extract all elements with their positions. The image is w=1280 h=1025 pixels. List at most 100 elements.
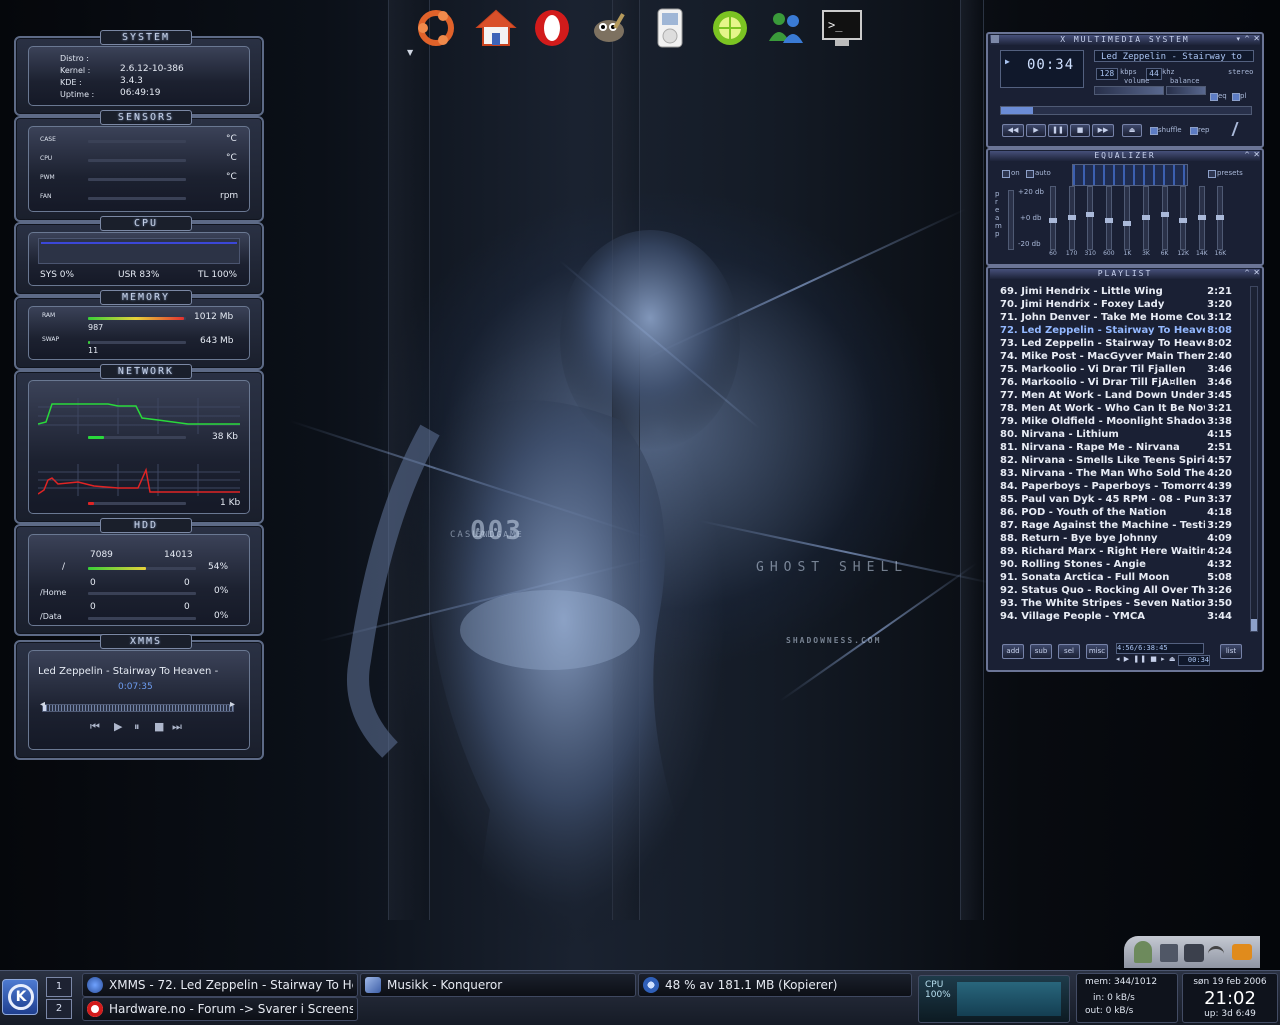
playlist-row[interactable]: 81. Nirvana - Rape Me - Nirvana 2:51	[1000, 442, 1232, 455]
eq-preamp-slider[interactable]	[1008, 190, 1014, 250]
playlist-row[interactable]: 93. The White Stripes - Seven Nation Arm…	[1000, 598, 1232, 611]
playlist-titlebar[interactable]: PLAYLIST	[990, 269, 1260, 279]
eq-band-slider[interactable]	[1049, 186, 1057, 250]
pause-icon[interactable]: ⏸	[134, 720, 140, 734]
kde-menu-button[interactable]: K	[2, 979, 38, 1015]
play-button[interactable]: ▶	[1026, 124, 1046, 137]
eq-band-slider[interactable]	[1142, 186, 1150, 250]
opera-icon[interactable]	[530, 6, 574, 50]
task-xmms[interactable]: XMMS - 72. Led Zeppelin - Stairway To He…	[82, 973, 358, 997]
drive-icon[interactable]	[1160, 944, 1178, 962]
playlist-mini-controls[interactable]: ◂ ▶ ❚❚ ■ ▸ ⏏	[1116, 655, 1177, 663]
repeat-checkbox[interactable]	[1190, 127, 1198, 135]
close-icon[interactable]: ✕	[1253, 34, 1260, 43]
playlist-row[interactable]: 84. Paperboys - Paperboys - Tomorrow 4:39	[1000, 481, 1232, 494]
playlist-row[interactable]: 80. Nirvana - Lithium 4:15	[1000, 429, 1232, 442]
wallet-icon[interactable]	[1232, 944, 1252, 960]
previous-button[interactable]: ◀◀	[1002, 124, 1024, 137]
pl-close-icon[interactable]: ✕	[1253, 268, 1260, 277]
playlist-row[interactable]: 71. John Denver - Take Me Home Country R…	[1000, 312, 1232, 325]
eq-band-knob[interactable]	[1197, 215, 1206, 220]
eq-band-slider[interactable]	[1197, 186, 1206, 250]
task-konqueror[interactable]: Musikk - Konqueror	[360, 973, 636, 997]
playlist-row[interactable]: 91. Sonata Arctica - Full Moon 5:08	[1000, 572, 1232, 585]
task-copy[interactable]: 48 % av 181.1 MB (Kopierer)	[638, 973, 912, 997]
eq-band-knob[interactable]	[1179, 217, 1188, 223]
task-opera[interactable]: Hardware.no - Forum -> Svarer i Screensh…	[82, 997, 358, 1021]
clock[interactable]: søn 19 feb 2006 21:02 up: 3d 6:49	[1182, 973, 1278, 1023]
pl-toggle-checkbox[interactable]	[1232, 93, 1240, 101]
minimize-icon[interactable]: ▾	[1236, 35, 1240, 43]
playlist-row[interactable]: 72. Led Zeppelin - Stairway To Heaven -8…	[1000, 325, 1232, 338]
playlist-row[interactable]: 87. Rage Against the Machine - Testify -…	[1000, 520, 1232, 533]
xmms-widget-seekbar[interactable]	[42, 704, 234, 712]
next-icon[interactable]: ⏭	[172, 720, 182, 734]
playlist-row[interactable]: 73. Led Zeppelin - Stairway To Heaven -8…	[1000, 338, 1232, 351]
playlist-row[interactable]: 69. Jimi Hendrix - Little Wing 2:21	[1000, 286, 1232, 299]
eq-band-slider[interactable]	[1086, 186, 1095, 250]
playlist-row[interactable]: 90. Rolling Stones - Angie 4:32	[1000, 559, 1232, 572]
pager-desktop-1[interactable]: 1	[46, 977, 72, 997]
eq-band-knob[interactable]	[1049, 217, 1057, 223]
user-icon[interactable]	[1134, 941, 1152, 963]
eq-band-slider[interactable]	[1123, 186, 1132, 250]
playlist-add-button[interactable]: add	[1002, 644, 1024, 659]
playlist-row[interactable]: 83. Nirvana - The Man Who Sold The World…	[1000, 468, 1232, 481]
shade-icon[interactable]: ^	[1244, 35, 1250, 43]
eq-close-icon[interactable]: ✕	[1253, 150, 1260, 159]
ubuntu-icon[interactable]	[414, 6, 458, 50]
volume-slider[interactable]	[1094, 86, 1164, 95]
camera-icon[interactable]	[1184, 944, 1204, 962]
shuffle-checkbox[interactable]	[1150, 127, 1158, 135]
eq-auto-checkbox[interactable]	[1026, 170, 1034, 178]
playlist-row[interactable]: 76. Markoolio - Vi Drar Till FjÃ¤llen 3:4…	[1000, 377, 1232, 390]
eq-shade-icon[interactable]: ^	[1244, 151, 1250, 159]
dropdown-arrow-icon[interactable]: ▼	[407, 48, 413, 57]
eq-band-knob[interactable]	[1160, 212, 1169, 218]
playlist-row[interactable]: 94. Village People - YMCA 3:44	[1000, 611, 1232, 624]
pause-button[interactable]: ❚❚	[1048, 124, 1068, 137]
playlist-row[interactable]: 74. Mike Post - MacGyver Main Theme 2:40	[1000, 351, 1232, 364]
eq-band-slider[interactable]	[1179, 186, 1188, 250]
eq-presets-checkbox[interactable]	[1208, 170, 1216, 178]
home-icon[interactable]	[474, 6, 518, 50]
stop-icon[interactable]: ■	[154, 720, 164, 733]
previous-icon[interactable]: ⏮	[90, 720, 100, 734]
eject-button[interactable]: ⏏	[1122, 124, 1142, 137]
eq-band-knob[interactable]	[1104, 217, 1113, 223]
playlist-row[interactable]: 89. Richard Marx - Right Here Waiting -4…	[1000, 546, 1232, 559]
eq-toggle-checkbox[interactable]	[1210, 93, 1218, 101]
playlist-row[interactable]: 82. Nirvana - Smells Like Teens Spirit 4:…	[1000, 455, 1232, 468]
eq-band-knob[interactable]	[1067, 215, 1076, 220]
playlist-misc-button[interactable]: misc	[1086, 644, 1108, 659]
pager-desktop-2[interactable]: 2	[46, 999, 72, 1019]
playlist-scrollbar[interactable]	[1250, 286, 1258, 632]
playlist-row[interactable]: 70. Jimi Hendrix - Foxey Lady 3:20	[1000, 299, 1232, 312]
pl-shade-icon[interactable]: ^	[1244, 269, 1250, 277]
playlist-sel-button[interactable]: sel	[1058, 644, 1080, 659]
eq-on-checkbox[interactable]	[1002, 170, 1010, 178]
limewire-icon[interactable]	[708, 6, 752, 50]
eq-band-knob[interactable]	[1086, 212, 1095, 218]
equalizer-titlebar[interactable]: EQUALIZER	[990, 151, 1260, 161]
playlist-row[interactable]: 92. Status Quo - Rocking All Over The Wo…	[1000, 585, 1232, 598]
eq-band-slider[interactable]	[1067, 186, 1076, 250]
stop-button[interactable]: ■	[1070, 124, 1090, 137]
eq-band-slider[interactable]	[1104, 186, 1113, 250]
playlist-row[interactable]: 75. Markoolio - Vi Drar Til Fjallen 3:46	[1000, 364, 1232, 377]
playlist-list-button[interactable]: list	[1220, 644, 1242, 659]
playlist-row[interactable]: 77. Men At Work - Land Down Under 3:45	[1000, 390, 1232, 403]
playlist-row[interactable]: 88. Return - Bye bye Johnny 4:09	[1000, 533, 1232, 546]
play-icon[interactable]: ▶	[114, 720, 122, 733]
gimp-icon[interactable]	[588, 6, 632, 50]
balance-slider[interactable]	[1166, 86, 1206, 95]
cpu-monitor[interactable]: CPU 100%	[918, 975, 1070, 1023]
eq-band-slider[interactable]	[1160, 186, 1169, 250]
eq-band-slider[interactable]	[1216, 186, 1225, 250]
seek-forward-arrow-icon[interactable]: ▸	[230, 699, 235, 710]
eq-band-knob[interactable]	[1123, 220, 1132, 226]
playlist-row[interactable]: 78. Men At Work - Who Can It Be Now 3:21	[1000, 403, 1232, 416]
playlist-row[interactable]: 79. Mike Oldfield - Moonlight Shadow 3:38	[1000, 416, 1232, 429]
seek-slider[interactable]	[1000, 106, 1252, 115]
seek-back-arrow-icon[interactable]: ◂	[40, 699, 45, 710]
